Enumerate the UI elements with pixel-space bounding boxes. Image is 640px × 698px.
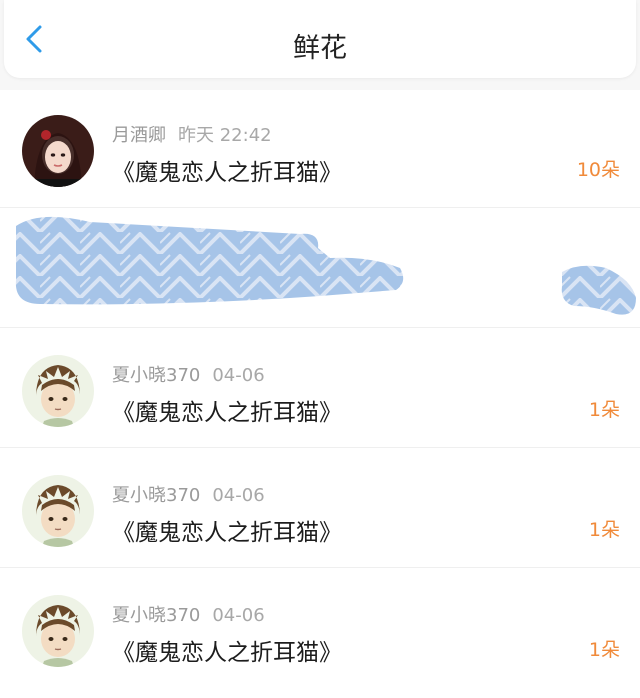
redacted-row bbox=[0, 210, 640, 328]
user-name-text: 月酒卿 bbox=[112, 125, 166, 146]
divider bbox=[0, 567, 640, 568]
list-item[interactable]: 夏小晓370 04-06 《魔鬼恋人之折耳猫》 1朵 bbox=[0, 450, 640, 568]
flower-count: 1朵 bbox=[588, 399, 620, 421]
avatar[interactable] bbox=[22, 475, 94, 547]
flower-list: 月酒卿 昨天 22:42 《魔鬼恋人之折耳猫》 10朵 夏小晓370 04-06… bbox=[0, 90, 640, 698]
timestamp: 04-06 bbox=[212, 605, 265, 626]
list-item[interactable]: 月酒卿 昨天 22:42 《魔鬼恋人之折耳猫》 10朵 bbox=[0, 90, 640, 208]
avatar[interactable] bbox=[22, 595, 94, 667]
divider bbox=[0, 327, 640, 328]
user-name: 夏小晓370 04-06 bbox=[112, 481, 265, 507]
timestamp: 昨天 22:42 bbox=[178, 125, 272, 146]
user-name-text: 夏小晓370 bbox=[112, 605, 201, 626]
flower-count: 1朵 bbox=[588, 519, 620, 541]
user-name-text: 夏小晓370 bbox=[112, 365, 201, 386]
divider bbox=[0, 447, 640, 448]
page-title: 鲜花 bbox=[293, 33, 347, 64]
timestamp: 04-06 bbox=[212, 365, 265, 386]
flower-count: 1朵 bbox=[588, 639, 620, 661]
redaction-scribble bbox=[15, 216, 636, 315]
book-title[interactable]: 《魔鬼恋人之折耳猫》 bbox=[112, 153, 342, 187]
timestamp: 04-06 bbox=[212, 485, 265, 506]
top-bar: 鲜花 bbox=[4, 0, 636, 78]
user-name: 月酒卿 昨天 22:42 bbox=[112, 121, 272, 147]
list-item[interactable]: 夏小晓370 04-06 《魔鬼恋人之折耳猫》 1朵 bbox=[0, 330, 640, 448]
divider bbox=[0, 207, 640, 208]
book-title[interactable]: 《魔鬼恋人之折耳猫》 bbox=[112, 393, 342, 427]
user-name: 夏小晓370 04-06 bbox=[112, 601, 265, 627]
avatar[interactable] bbox=[22, 355, 94, 427]
book-title[interactable]: 《魔鬼恋人之折耳猫》 bbox=[112, 633, 342, 667]
book-title[interactable]: 《魔鬼恋人之折耳猫》 bbox=[112, 513, 342, 547]
user-name: 夏小晓370 04-06 bbox=[112, 361, 265, 387]
user-name-text: 夏小晓370 bbox=[112, 485, 201, 506]
list-item[interactable]: 夏小晓370 04-06 《魔鬼恋人之折耳猫》 1朵 bbox=[0, 570, 640, 688]
avatar[interactable] bbox=[22, 115, 94, 187]
flower-count: 10朵 bbox=[576, 159, 620, 181]
